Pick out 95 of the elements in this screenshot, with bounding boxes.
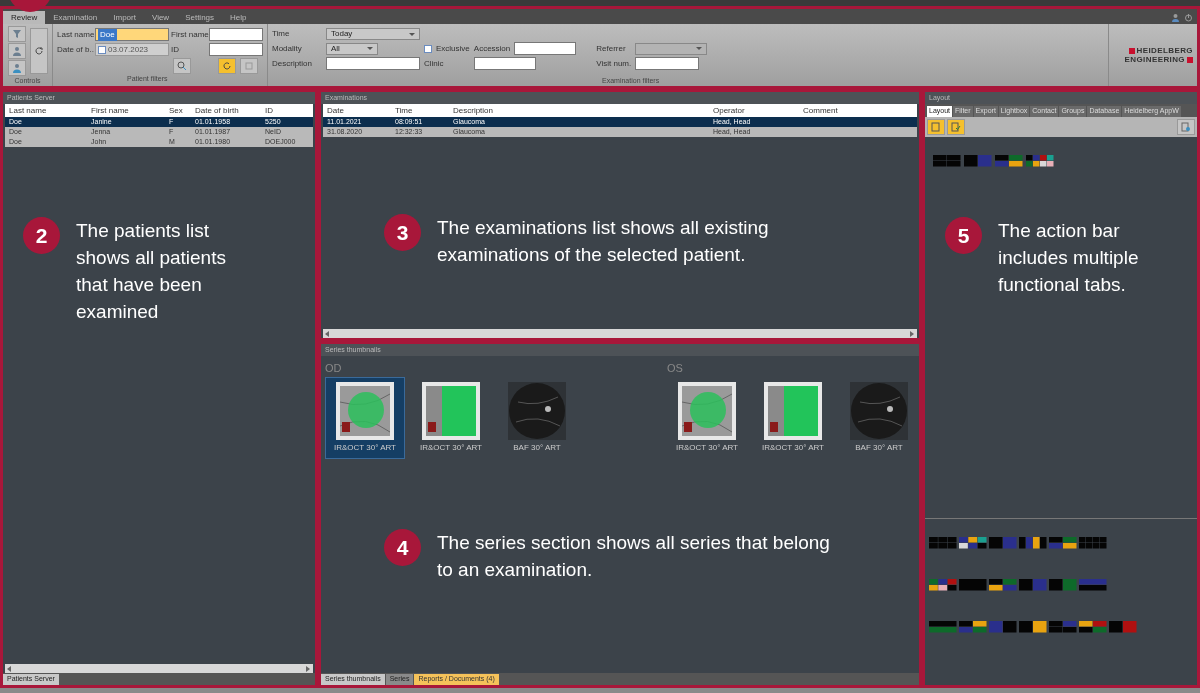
input-field[interactable]: [326, 57, 420, 70]
dropdown[interactable]: Today: [326, 28, 420, 40]
field-label: Description: [272, 57, 313, 70]
series-caption: IR&OCT 30° ART: [333, 441, 396, 454]
refresh-button[interactable]: [29, 28, 48, 74]
callout-number: 2: [23, 217, 60, 254]
menu-tab[interactable]: Examination: [45, 11, 106, 24]
callout-number: 3: [384, 214, 421, 251]
scroll-left-icon[interactable]: [325, 330, 330, 337]
callout-text: The examinations list shows all existing examinations of the selected patient.: [437, 216, 770, 267]
series-thumbnail[interactable]: IR&OCT 30° ART: [411, 376, 491, 459]
company-logo: HEIDELBERG ENGINEERING: [1123, 45, 1194, 66]
layout-icon[interactable]: [1079, 621, 1107, 633]
input-field[interactable]: [635, 57, 700, 70]
filter-icon[interactable]: [7, 26, 26, 42]
checkbox[interactable]: [424, 44, 432, 53]
layout-settings-icon[interactable]: [1177, 119, 1195, 135]
field-label: ID: [171, 43, 180, 56]
refresh-icon[interactable]: [218, 58, 236, 74]
series-caption: IR&OCT 30° ART: [675, 441, 738, 454]
series-thumbnail[interactable]: IR&OCT 30° ART: [753, 376, 833, 459]
column-header[interactable]: Sex: [165, 104, 191, 117]
field-label: Accession: [473, 42, 511, 55]
layout-icon[interactable]: [959, 621, 987, 633]
series-thumbnail[interactable]: BAF 30° ART: [839, 376, 919, 459]
layout-icon[interactable]: [995, 155, 1023, 167]
person-icon[interactable]: [7, 60, 26, 76]
menu-tab[interactable]: Import: [105, 11, 144, 24]
caret-icon: [696, 47, 703, 50]
field-label: Referrer: [596, 42, 627, 55]
input-field[interactable]: [514, 42, 577, 55]
series-caption: IR&OCT 30° ART: [419, 441, 482, 454]
callout-text: The patients list shows all patients that have been examined: [76, 219, 227, 324]
refresh-icon: [33, 46, 44, 56]
clear-icon[interactable]: [240, 58, 258, 74]
field-label: First name: [171, 28, 209, 41]
series-thumbnail[interactable]: BAF 30° ART: [497, 376, 577, 459]
series-thumbnail[interactable]: IR&OCT 30° ART: [667, 376, 747, 459]
caret-icon: [367, 47, 373, 50]
field-label: Last name: [57, 28, 95, 41]
field-label: Clinic: [424, 57, 445, 70]
field-label: Visit num.: [596, 57, 632, 70]
callout-number: 5: [945, 217, 982, 254]
series-caption: IR&OCT 30° ART: [761, 441, 824, 454]
menu-tab[interactable]: View: [143, 11, 178, 24]
person-icon[interactable]: [7, 43, 26, 59]
layout-icon[interactable]: [989, 579, 1017, 591]
column-header[interactable]: First name: [87, 104, 165, 117]
search-person-icon[interactable]: [173, 58, 191, 74]
horizontal-scrollbar[interactable]: [5, 664, 313, 673]
callout-text: The series section shows all series that belong to an examination.: [437, 531, 831, 582]
menu-tab[interactable]: Review: [3, 11, 46, 24]
horizontal-scrollbar[interactable]: [323, 329, 917, 338]
input-field[interactable]: [209, 43, 263, 56]
eye-label: OD: [325, 361, 343, 376]
date-field[interactable]: 03.07.2023: [95, 43, 169, 56]
field-label: Modality: [272, 42, 303, 55]
layout-icon[interactable]: [929, 579, 957, 591]
field-label: Time: [272, 28, 291, 40]
series-thumbnail[interactable]: IR&OCT 30° ART: [325, 376, 405, 459]
input-field[interactable]: Doe: [95, 28, 169, 41]
layout-icon[interactable]: [1049, 537, 1077, 549]
series-caption: BAF 30° ART: [513, 441, 561, 454]
scroll-left-icon[interactable]: [7, 665, 12, 672]
eye-label: OS: [667, 361, 684, 376]
column-header[interactable]: ID: [261, 104, 311, 117]
scroll-right-icon[interactable]: [306, 665, 311, 672]
callout-number: 4: [384, 529, 421, 566]
menu-tab[interactable]: Help: [222, 11, 255, 24]
input-field[interactable]: [209, 28, 263, 41]
field-label: Exclusive: [436, 42, 470, 55]
checkbox[interactable]: [98, 45, 106, 54]
column-header[interactable]: Last name: [5, 104, 87, 117]
caret-icon: [409, 32, 415, 36]
layout-icon[interactable]: [1019, 621, 1047, 633]
layout-check-icon[interactable]: [947, 119, 965, 135]
input-field[interactable]: [473, 57, 536, 70]
layout-icon[interactable]: [1019, 537, 1047, 549]
user-icon[interactable]: [1171, 13, 1180, 22]
callout-text: The action bar includes multiple functional tabs.: [998, 219, 1140, 297]
layout-icon[interactable]: [959, 537, 987, 549]
dropdown[interactable]: All: [326, 42, 378, 55]
power-icon[interactable]: [1184, 13, 1193, 22]
scroll-right-icon[interactable]: [910, 330, 915, 337]
series-caption: BAF 30° ART: [855, 441, 903, 454]
field-label: Date of b..: [57, 43, 95, 56]
layout-icon[interactable]: [1026, 155, 1054, 167]
column-header[interactable]: Operator: [709, 104, 799, 117]
column-header[interactable]: Comment: [799, 104, 899, 117]
menu-tab[interactable]: Settings: [177, 11, 223, 24]
layout-add-icon[interactable]: [927, 119, 945, 135]
column-header[interactable]: Time: [391, 104, 449, 117]
column-header[interactable]: Date of birth: [191, 104, 261, 117]
column-header[interactable]: Date: [323, 104, 391, 117]
column-header[interactable]: Description: [449, 104, 709, 117]
